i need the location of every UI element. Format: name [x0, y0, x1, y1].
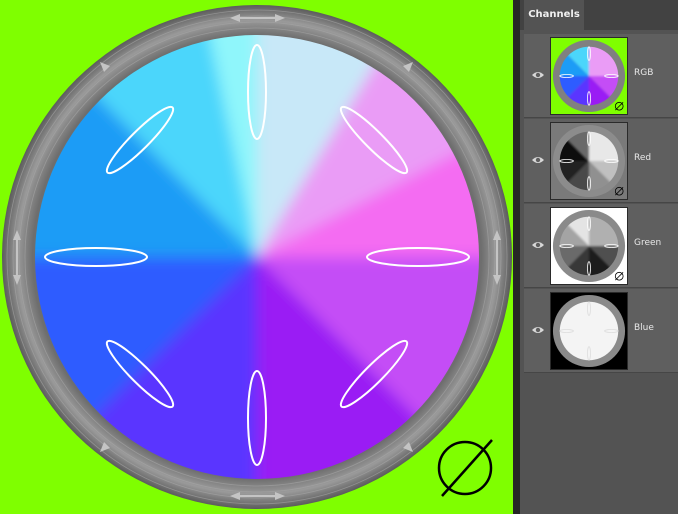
clock-face — [35, 35, 479, 479]
channels-panel: Channels RGB Red Green Blue — [520, 0, 678, 514]
channel-thumbnail-red — [550, 122, 628, 200]
channel-row-red[interactable]: Red — [524, 119, 678, 203]
eye-icon[interactable] — [531, 325, 545, 335]
channel-thumbnail-blue — [550, 292, 628, 370]
channel-row-rgb[interactable]: RGB — [524, 34, 678, 118]
panel-tab-bar: Channels — [520, 0, 678, 30]
channel-label: Red — [634, 153, 652, 163]
channel-row-green[interactable]: Green — [524, 204, 678, 288]
channel-row-blue[interactable]: Blue — [524, 289, 678, 373]
channel-thumbnail-rgb — [550, 37, 628, 115]
clock-artwork — [2, 5, 512, 509]
eye-icon[interactable] — [531, 70, 545, 80]
channel-label: Green — [634, 238, 662, 248]
panel-divider[interactable] — [513, 0, 520, 514]
eye-icon[interactable] — [531, 155, 545, 165]
panel-empty-area — [520, 374, 678, 514]
channel-label: Blue — [634, 323, 654, 333]
eye-icon[interactable] — [531, 240, 545, 250]
tab-channels[interactable]: Channels — [524, 0, 584, 30]
channel-thumbnail-green — [550, 207, 628, 285]
null-symbol-icon — [437, 439, 493, 497]
channel-label: RGB — [634, 68, 654, 78]
document-canvas[interactable] — [0, 0, 513, 514]
